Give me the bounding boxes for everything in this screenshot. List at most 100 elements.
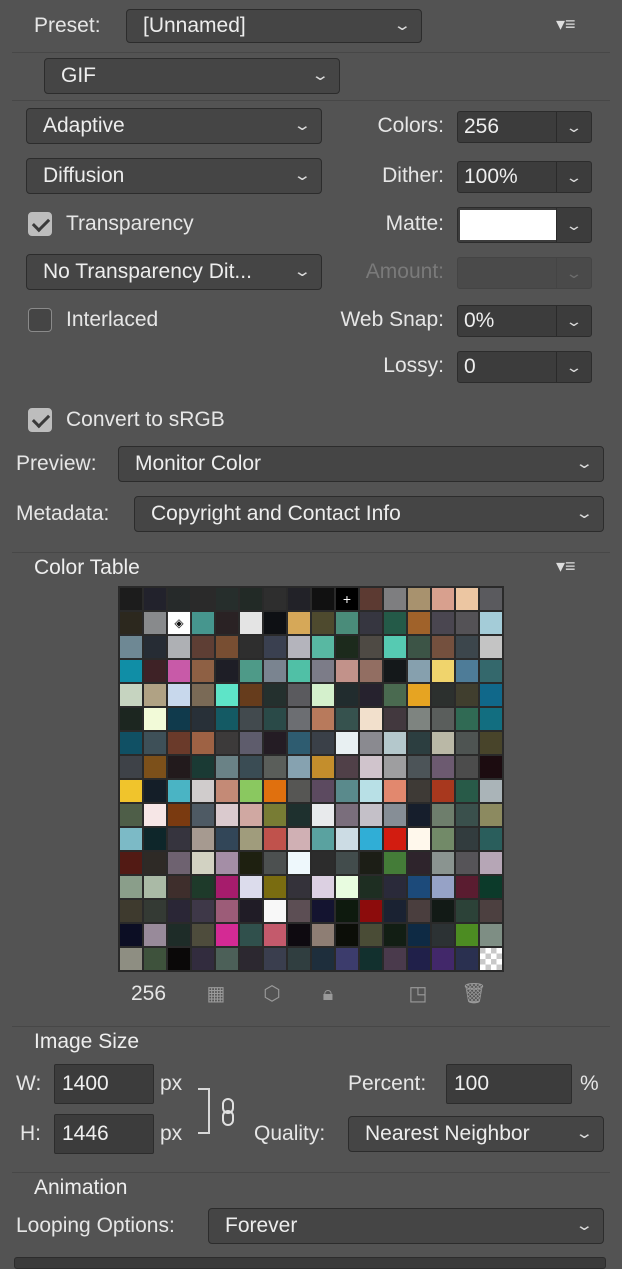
color-swatch[interactable] [312, 732, 334, 754]
color-swatch[interactable] [408, 684, 430, 706]
color-swatch[interactable] [336, 876, 358, 898]
color-swatch[interactable] [264, 852, 286, 874]
color-swatch[interactable] [168, 948, 190, 970]
color-swatch[interactable] [384, 732, 406, 754]
color-swatch[interactable] [264, 732, 286, 754]
color-swatch[interactable] [240, 876, 262, 898]
color-swatch[interactable] [144, 708, 166, 730]
color-swatch[interactable] [192, 852, 214, 874]
color-swatch[interactable] [456, 780, 478, 802]
color-swatch[interactable] [408, 636, 430, 658]
color-swatch[interactable] [432, 828, 454, 850]
color-swatch[interactable] [432, 660, 454, 682]
color-swatch[interactable] [192, 924, 214, 946]
color-swatch[interactable] [312, 636, 334, 658]
color-swatch[interactable] [336, 732, 358, 754]
color-swatch[interactable] [312, 804, 334, 826]
color-swatch[interactable] [192, 876, 214, 898]
color-swatch[interactable] [456, 876, 478, 898]
color-swatch[interactable] [288, 732, 310, 754]
color-swatch[interactable] [264, 756, 286, 778]
panel-menu-icon[interactable]: ▾≡ [556, 14, 576, 35]
color-swatch[interactable] [240, 612, 262, 634]
color-swatch[interactable] [288, 612, 310, 634]
color-swatch[interactable] [384, 756, 406, 778]
color-swatch[interactable] [264, 780, 286, 802]
format-select[interactable]: GIF ⌄ [44, 58, 340, 94]
percent-input[interactable]: 100 [446, 1064, 572, 1104]
color-swatch[interactable] [216, 828, 238, 850]
color-swatch[interactable] [384, 924, 406, 946]
color-swatch[interactable] [384, 684, 406, 706]
color-swatch[interactable] [408, 660, 430, 682]
color-swatch[interactable] [192, 636, 214, 658]
color-swatch[interactable] [168, 732, 190, 754]
color-swatch[interactable] [360, 684, 382, 706]
color-swatch[interactable] [144, 876, 166, 898]
color-swatch[interactable] [432, 756, 454, 778]
color-swatch[interactable] [264, 876, 286, 898]
color-swatch[interactable] [312, 684, 334, 706]
color-swatch[interactable] [456, 588, 478, 610]
color-swatch[interactable] [288, 588, 310, 610]
color-swatch[interactable] [408, 948, 430, 970]
color-swatch[interactable] [192, 948, 214, 970]
color-swatch[interactable] [456, 612, 478, 634]
color-swatch[interactable] [168, 636, 190, 658]
color-swatch[interactable] [480, 852, 502, 874]
color-swatch[interactable] [360, 612, 382, 634]
color-swatch[interactable] [408, 828, 430, 850]
color-swatch[interactable] [288, 660, 310, 682]
color-swatch[interactable] [144, 636, 166, 658]
color-swatch[interactable] [192, 708, 214, 730]
color-swatch[interactable] [336, 780, 358, 802]
quality-select[interactable]: Nearest Neighbor ⌄ [348, 1116, 604, 1152]
color-swatch[interactable] [480, 588, 502, 610]
color-swatch[interactable] [384, 708, 406, 730]
color-swatch[interactable] [168, 804, 190, 826]
color-swatch[interactable] [384, 612, 406, 634]
color-swatch[interactable] [264, 948, 286, 970]
color-swatch[interactable] [216, 708, 238, 730]
color-swatch[interactable] [216, 948, 238, 970]
color-swatch[interactable] [360, 852, 382, 874]
color-swatch[interactable] [264, 804, 286, 826]
color-swatch[interactable] [336, 804, 358, 826]
color-swatch[interactable] [360, 876, 382, 898]
color-swatch[interactable] [216, 732, 238, 754]
color-swatch[interactable] [240, 852, 262, 874]
color-swatch[interactable] [168, 828, 190, 850]
color-swatch[interactable] [288, 900, 310, 922]
chain-link-icon[interactable] [220, 1098, 236, 1126]
color-swatch[interactable] [168, 708, 190, 730]
color-swatch[interactable] [384, 636, 406, 658]
color-swatch[interactable] [240, 804, 262, 826]
color-swatch[interactable] [192, 588, 214, 610]
color-swatch[interactable] [480, 900, 502, 922]
color-swatch[interactable] [288, 804, 310, 826]
color-swatch[interactable] [432, 588, 454, 610]
trash-icon[interactable]: 🗑︎ [460, 980, 488, 1008]
web-snap-combo[interactable]: 0% ⌄ [457, 305, 592, 337]
color-swatch[interactable] [384, 948, 406, 970]
color-swatch[interactable] [168, 684, 190, 706]
color-swatch[interactable] [408, 804, 430, 826]
color-swatch[interactable] [384, 804, 406, 826]
color-swatch[interactable] [480, 684, 502, 706]
color-swatch[interactable] [480, 828, 502, 850]
color-swatch[interactable] [336, 636, 358, 658]
color-swatch[interactable] [456, 732, 478, 754]
color-swatch[interactable] [144, 828, 166, 850]
color-swatch[interactable] [432, 732, 454, 754]
color-swatch[interactable] [240, 924, 262, 946]
color-swatch[interactable] [144, 756, 166, 778]
color-swatch[interactable] [408, 876, 430, 898]
color-swatch[interactable] [192, 804, 214, 826]
color-swatch[interactable] [456, 924, 478, 946]
color-swatch[interactable] [432, 876, 454, 898]
color-swatch[interactable] [456, 708, 478, 730]
color-swatch[interactable] [192, 684, 214, 706]
color-swatch[interactable] [360, 660, 382, 682]
color-swatch[interactable] [432, 780, 454, 802]
dither-combo[interactable]: 100% ⌄ [457, 161, 592, 193]
